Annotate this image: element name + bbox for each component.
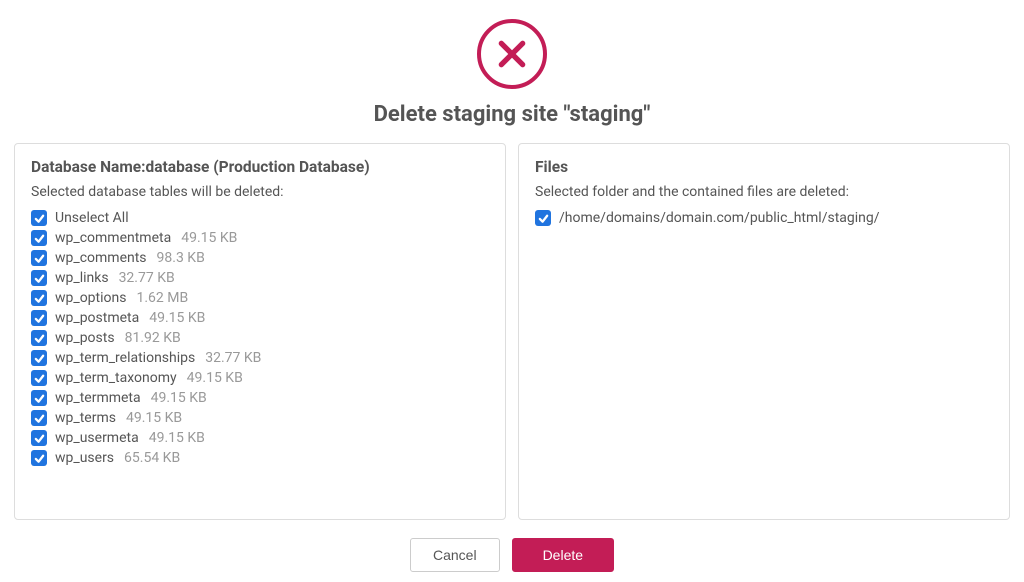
table-size: 1.62 MB bbox=[136, 290, 188, 306]
table-size: 81.92 KB bbox=[125, 330, 181, 346]
table-size: 49.15 KB bbox=[149, 310, 205, 326]
table-row[interactable]: wp_termmeta 49.15 KB bbox=[31, 390, 489, 406]
table-name: wp_options bbox=[55, 290, 126, 306]
dialog-icon-wrap bbox=[14, 19, 1010, 89]
checkbox-checked-icon[interactable] bbox=[31, 270, 47, 286]
table-size: 49.15 KB bbox=[187, 370, 243, 386]
table-row[interactable]: wp_term_relationships 32.77 KB bbox=[31, 350, 489, 366]
table-name: wp_term_relationships bbox=[55, 350, 195, 366]
dialog-footer: Cancel Delete bbox=[14, 520, 1010, 582]
table-size: 49.15 KB bbox=[181, 230, 237, 246]
cancel-button[interactable]: Cancel bbox=[410, 538, 500, 572]
checkbox-checked-icon[interactable] bbox=[31, 290, 47, 306]
checkbox-checked-icon[interactable] bbox=[31, 450, 47, 466]
table-name: wp_term_taxonomy bbox=[55, 370, 177, 386]
checkbox-checked-icon[interactable] bbox=[31, 310, 47, 326]
table-size: 32.77 KB bbox=[205, 350, 261, 366]
unselect-all-label: Unselect All bbox=[55, 210, 129, 226]
table-name: wp_users bbox=[55, 450, 114, 466]
table-row[interactable]: wp_postmeta 49.15 KB bbox=[31, 310, 489, 326]
unselect-all-row[interactable]: Unselect All bbox=[31, 210, 489, 226]
file-path-row[interactable]: /home/domains/domain.com/public_html/sta… bbox=[535, 210, 993, 226]
table-row[interactable]: wp_links 32.77 KB bbox=[31, 270, 489, 286]
checkbox-checked-icon[interactable] bbox=[31, 250, 47, 266]
table-name: wp_commentmeta bbox=[55, 230, 171, 246]
table-name: wp_comments bbox=[55, 250, 147, 266]
checkbox-checked-icon[interactable] bbox=[31, 410, 47, 426]
database-heading: Database Name:database (Production Datab… bbox=[31, 158, 489, 176]
database-subtitle: Selected database tables will be deleted… bbox=[31, 184, 489, 200]
checkbox-checked-icon[interactable] bbox=[31, 370, 47, 386]
dialog-title: Delete staging site "staging" bbox=[14, 102, 1010, 127]
table-size: 49.15 KB bbox=[126, 410, 182, 426]
table-row[interactable]: wp_comments 98.3 KB bbox=[31, 250, 489, 266]
table-row[interactable]: wp_posts 81.92 KB bbox=[31, 330, 489, 346]
table-size: 98.3 KB bbox=[157, 250, 205, 266]
table-name: wp_links bbox=[55, 270, 109, 286]
table-name: wp_usermeta bbox=[55, 430, 139, 446]
database-panel: Database Name:database (Production Datab… bbox=[14, 143, 506, 520]
table-row[interactable]: wp_options 1.62 MB bbox=[31, 290, 489, 306]
table-name: wp_termmeta bbox=[55, 390, 141, 406]
checkbox-checked-icon[interactable] bbox=[31, 230, 47, 246]
checkbox-checked-icon[interactable] bbox=[31, 430, 47, 446]
file-path-label: /home/domains/domain.com/public_html/sta… bbox=[559, 210, 880, 226]
files-panel: Files Selected folder and the contained … bbox=[518, 143, 1010, 520]
table-size: 49.15 KB bbox=[149, 430, 205, 446]
table-name: wp_terms bbox=[55, 410, 116, 426]
tables-list: wp_commentmeta 49.15 KB wp_comments 98.3 KB… bbox=[31, 230, 489, 466]
close-x-icon bbox=[477, 19, 547, 89]
table-row[interactable]: wp_users 65.54 KB bbox=[31, 450, 489, 466]
table-size: 49.15 KB bbox=[151, 390, 207, 406]
checkbox-checked-icon[interactable] bbox=[31, 350, 47, 366]
checkbox-checked-icon[interactable] bbox=[535, 210, 551, 226]
checkbox-checked-icon[interactable] bbox=[31, 390, 47, 406]
table-row[interactable]: wp_terms 49.15 KB bbox=[31, 410, 489, 426]
table-name: wp_posts bbox=[55, 330, 115, 346]
table-size: 65.54 KB bbox=[124, 450, 180, 466]
files-heading: Files bbox=[535, 158, 993, 176]
table-size: 32.77 KB bbox=[119, 270, 175, 286]
delete-button[interactable]: Delete bbox=[512, 538, 614, 572]
files-subtitle: Selected folder and the contained files … bbox=[535, 184, 993, 200]
table-row[interactable]: wp_usermeta 49.15 KB bbox=[31, 430, 489, 446]
table-row[interactable]: wp_term_taxonomy 49.15 KB bbox=[31, 370, 489, 386]
table-name: wp_postmeta bbox=[55, 310, 139, 326]
checkbox-checked-icon[interactable] bbox=[31, 330, 47, 346]
table-row[interactable]: wp_commentmeta 49.15 KB bbox=[31, 230, 489, 246]
checkbox-checked-icon[interactable] bbox=[31, 210, 47, 226]
delete-dialog: Delete staging site "staging" Database N… bbox=[0, 0, 1024, 582]
